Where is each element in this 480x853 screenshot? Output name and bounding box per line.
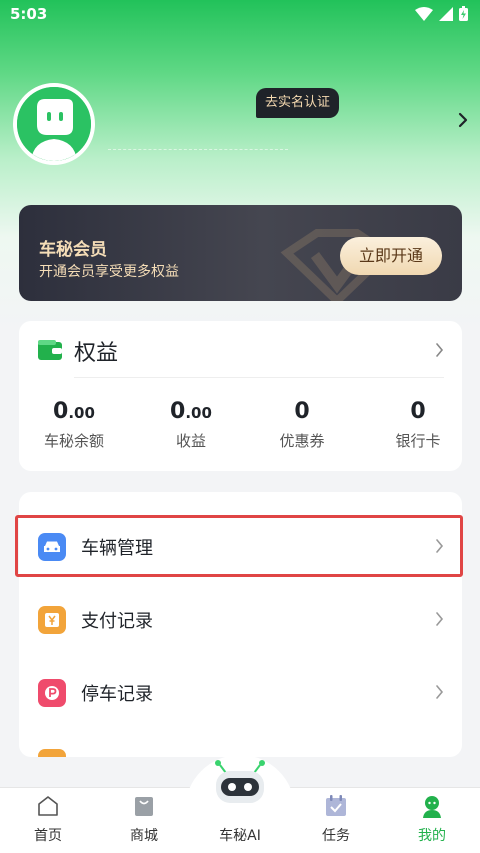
user-icon [423, 796, 441, 818]
yen-icon [38, 606, 66, 634]
menu-item-payment-records[interactable]: 支付记录 [19, 590, 462, 650]
parking-icon [38, 679, 66, 707]
stat-coupons[interactable]: 0 优惠券 [247, 399, 357, 451]
benefits-title: 权益 [74, 341, 119, 366]
username-placeholder [108, 138, 288, 150]
status-icons [415, 6, 468, 21]
chevron-right-icon [436, 685, 444, 699]
tab-mall[interactable]: 商城 [96, 788, 192, 853]
battery-icon [459, 6, 468, 21]
stat-value: 0 [247, 399, 357, 424]
highlight-box [15, 515, 463, 577]
stat-int: 0 [170, 399, 186, 424]
open-membership-button[interactable]: 立即开通 [340, 237, 442, 275]
tab-label: 任务 [322, 828, 350, 844]
chevron-right-icon [436, 612, 444, 626]
divider [74, 377, 444, 378]
benefits-card: 权益 0.00 车秘余额 0.00 收益 0 优惠券 0 银行卡 [19, 321, 462, 471]
stat-label: 优惠券 [279, 432, 325, 450]
stat-label: 银行卡 [395, 432, 441, 450]
stat-label: 车秘余额 [43, 432, 104, 450]
vip-membership-card[interactable]: 车秘会员 开通会员享受更多权益 立即开通 [19, 205, 462, 301]
stat-label: 收益 [175, 432, 206, 450]
stat-dec: .00 [185, 404, 212, 422]
avatar[interactable] [13, 83, 95, 165]
benefits-header[interactable]: 权益 [19, 321, 462, 377]
wifi-icon [415, 6, 433, 21]
menu-label: 停车记录 [81, 684, 153, 705]
stat-bank-cards[interactable]: 0 银行卡 [363, 399, 473, 451]
wallet-icon [38, 340, 62, 360]
vip-title: 车秘会员 [39, 240, 107, 260]
stat-int: 0 [294, 399, 310, 424]
chevron-right-icon[interactable] [458, 112, 468, 128]
home-icon [38, 796, 58, 816]
stat-value: 0.00 [136, 399, 246, 424]
stat-value: 0 [363, 399, 473, 424]
vip-subtitle: 开通会员享受更多权益 [39, 264, 179, 280]
shopping-bag-icon [135, 797, 153, 816]
tab-label: 商城 [130, 828, 158, 844]
calendar-check-icon [326, 795, 346, 816]
stat-dec: .00 [68, 404, 95, 422]
mascot-avatar-icon [17, 87, 91, 161]
stat-int: 0 [410, 399, 426, 424]
signal-icon [439, 6, 453, 21]
tab-label: 我的 [418, 828, 446, 844]
chevron-right-icon [436, 343, 444, 357]
menu-item-parking-records[interactable]: 停车记录 [19, 663, 462, 723]
menu-label: 支付记录 [81, 611, 153, 632]
tab-label: 首页 [34, 828, 62, 844]
stat-int: 0 [53, 399, 69, 424]
tab-home[interactable]: 首页 [0, 788, 96, 853]
tab-label: 车秘AI [219, 828, 261, 844]
tab-mine[interactable]: 我的 [384, 788, 480, 853]
stat-balance[interactable]: 0.00 车秘余额 [19, 399, 129, 451]
status-bar: 5:03 [0, 0, 480, 28]
robot-icon[interactable] [210, 757, 270, 805]
status-time: 5:03 [10, 5, 48, 23]
verify-identity-badge[interactable]: 去实名认证 [256, 88, 340, 118]
profile-section[interactable]: 去实名认证 [0, 80, 480, 180]
partial-menu-icon [38, 749, 66, 757]
tab-tasks[interactable]: 任务 [288, 788, 384, 853]
stat-earnings[interactable]: 0.00 收益 [136, 399, 246, 451]
stat-value: 0.00 [19, 399, 129, 424]
